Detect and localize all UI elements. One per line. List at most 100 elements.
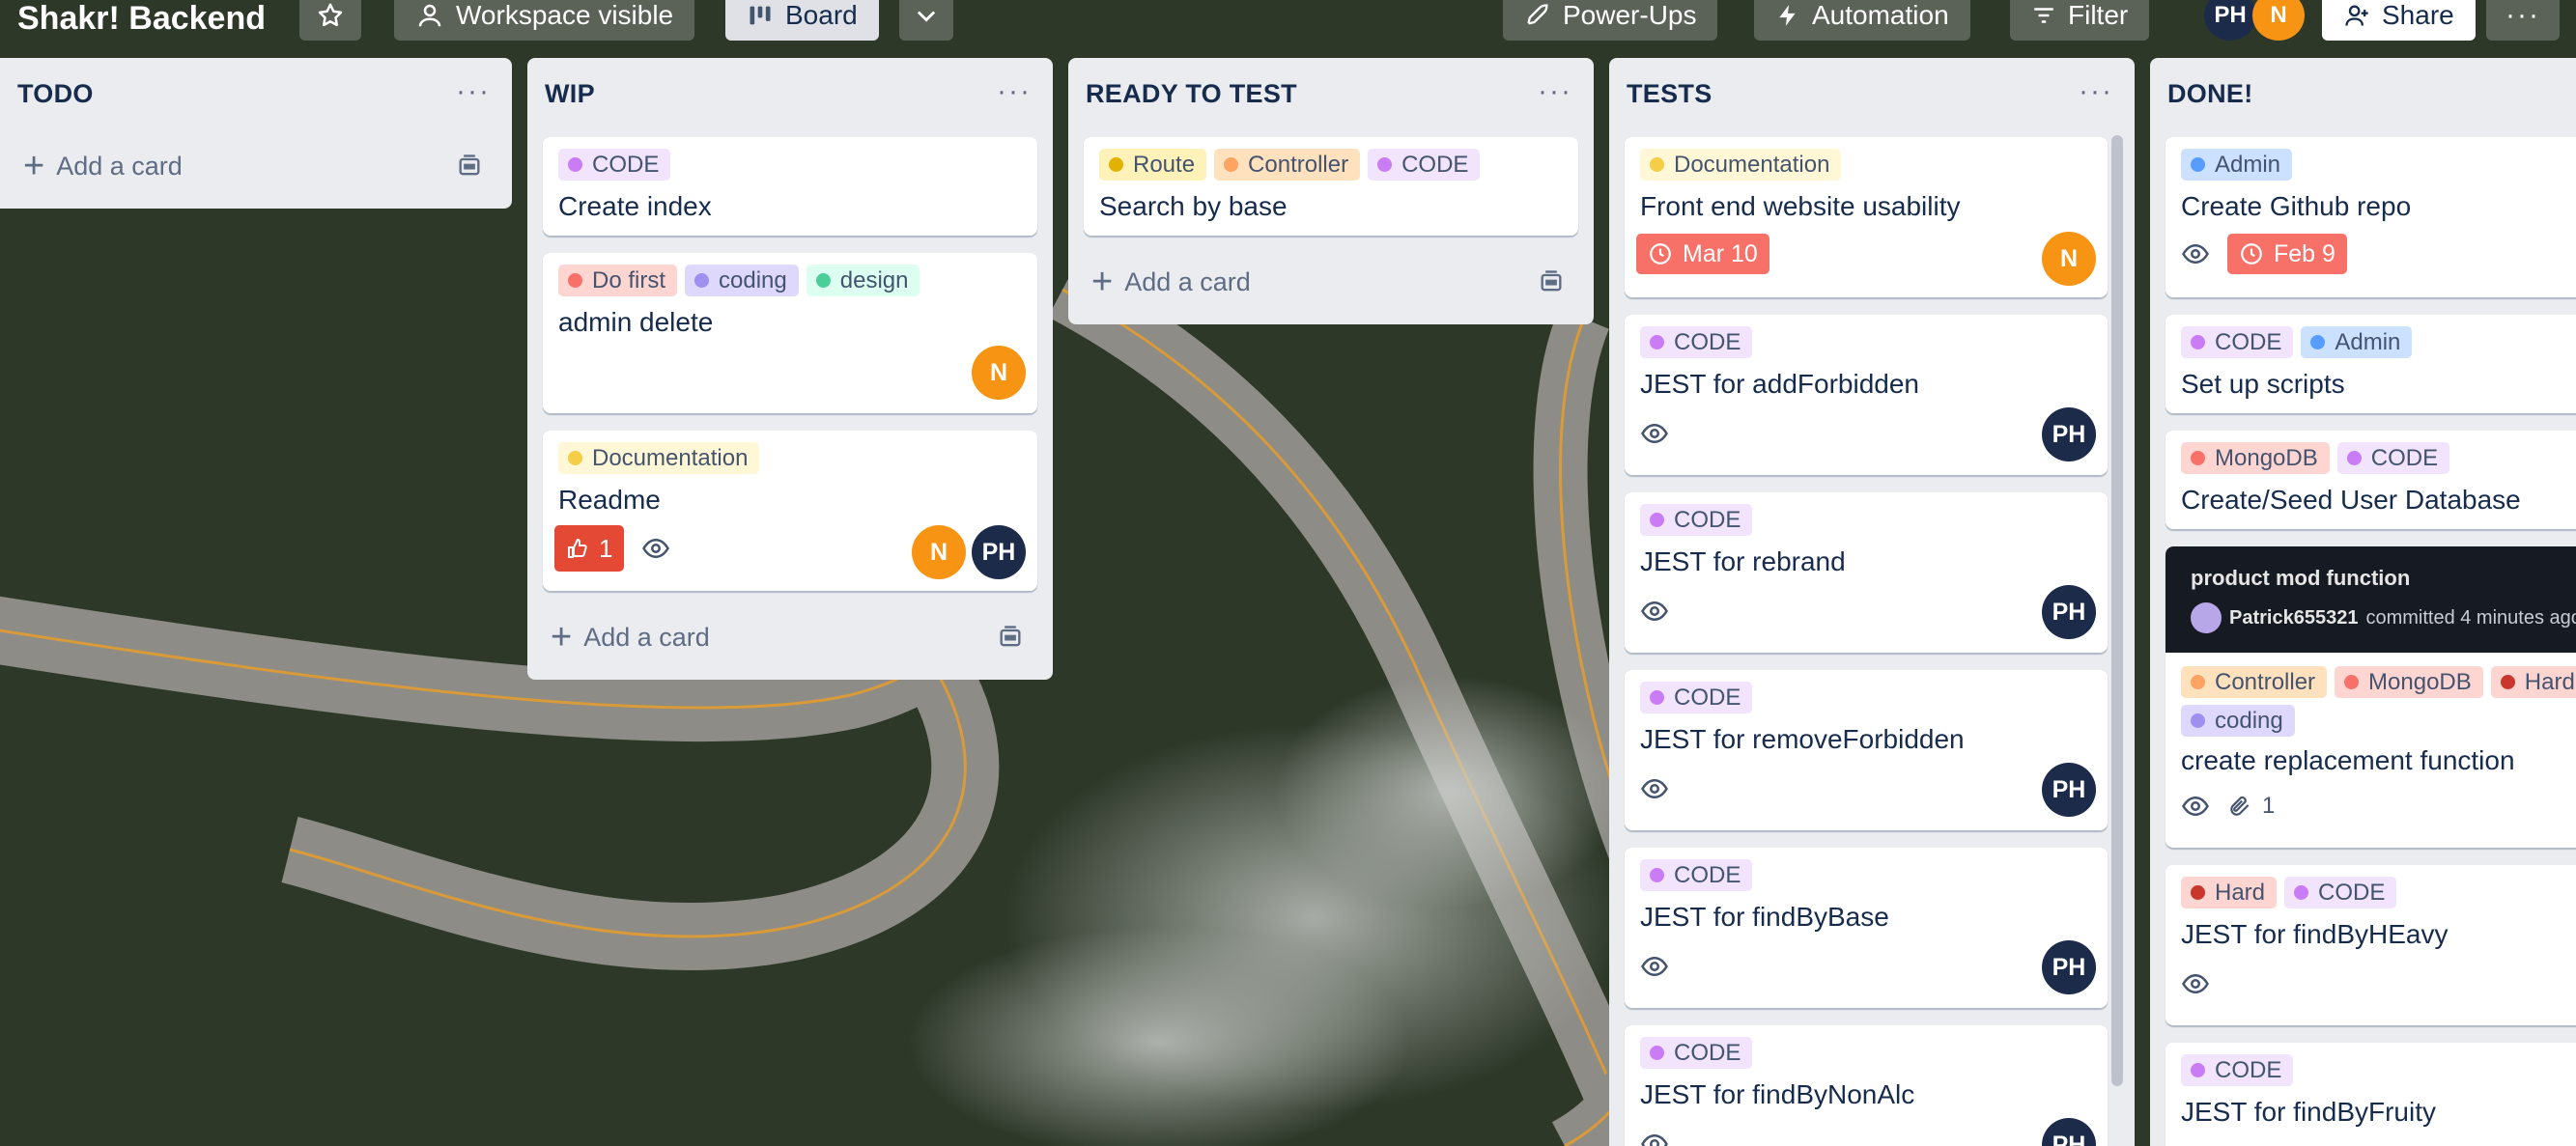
clock-icon <box>2241 243 2262 265</box>
member-avatar-ph[interactable]: PH <box>972 525 1026 579</box>
member-avatar-ph[interactable]: PH <box>2042 940 2096 994</box>
eye-icon <box>1641 956 1668 977</box>
add-card-button[interactable]: + Add a card <box>1080 255 1582 309</box>
list-header: WIP ··· <box>527 58 1053 135</box>
card[interactable]: Do first coding design admin delete N <box>543 253 1037 413</box>
card[interactable]: CODE Create index <box>543 137 1037 236</box>
commit-meta: Patrick655321 committed 4 minutes ago <box>2191 602 2576 633</box>
list-todo: TODO ··· + Add a card <box>0 58 512 209</box>
label-code: CODE <box>1640 326 1753 358</box>
card[interactable]: Route Controller CODE Search by base <box>1084 137 1578 236</box>
card[interactable]: product mod function Patrick655321 commi… <box>2166 546 2576 848</box>
template-icon[interactable] <box>997 624 1024 651</box>
card-title: JEST for addForbidden <box>1640 369 1919 399</box>
due-date-badge[interactable]: Mar 10 <box>1636 234 1769 274</box>
eye-icon <box>2182 796 2209 817</box>
member-avatar-n[interactable]: N <box>2252 0 2305 41</box>
list-title[interactable]: WIP <box>545 79 595 109</box>
template-icon[interactable] <box>1538 268 1565 295</box>
plus-icon: + <box>1091 262 1114 302</box>
card-labels: Admin <box>2181 149 2293 181</box>
commit-cover[interactable]: product mod function Patrick655321 commi… <box>2166 546 2576 653</box>
member-avatar-n[interactable]: N <box>2042 232 2096 286</box>
ellipsis-icon: ··· <box>2079 75 2113 107</box>
automation-button[interactable]: Automation <box>1754 0 1970 41</box>
board-view-button[interactable]: Board <box>725 0 879 41</box>
share-button[interactable]: Share <box>2322 0 2476 41</box>
due-date: Feb 9 <box>2274 239 2335 267</box>
card-labels: MongoDB CODE <box>2181 442 2450 474</box>
card[interactable]: Hard CODE JEST for findByHEavy <box>2166 865 2576 1025</box>
card[interactable]: CODE JEST for addForbidden PH <box>1625 315 2108 475</box>
card[interactable]: Admin Create Github repo Feb 9 <box>2166 137 2576 297</box>
rocket-icon <box>1527 4 1548 25</box>
attachments-badge: 1 <box>2227 793 2275 820</box>
label-documentation: Documentation <box>558 442 760 474</box>
view-switcher-button[interactable] <box>899 0 953 41</box>
card-badges: Mar 10 <box>1636 234 1769 274</box>
member-avatar-ph[interactable]: PH <box>2204 0 2256 41</box>
card[interactable]: CODE Admin Set up scripts <box>2166 315 2576 413</box>
label-code: CODE <box>1640 1037 1753 1069</box>
board-icon <box>750 6 771 25</box>
label-code: CODE <box>1368 149 1481 181</box>
filter-button[interactable]: Filter <box>2010 0 2150 41</box>
label-code: CODE <box>2336 442 2450 474</box>
star-icon <box>318 3 343 27</box>
star-button[interactable] <box>299 0 361 41</box>
powerups-button[interactable]: Power-Ups <box>1503 0 1718 41</box>
board-menu-button[interactable]: ··· <box>2486 0 2560 41</box>
card[interactable]: CODE JEST for findByBase PH <box>1625 848 2108 1008</box>
eye-icon <box>1641 1133 1668 1146</box>
card-title: Create Github repo <box>2181 191 2412 221</box>
card[interactable]: Documentation Front end website usabilit… <box>1625 137 2108 297</box>
card-labels: coding <box>2181 705 2295 737</box>
ellipsis-icon: ··· <box>456 75 491 107</box>
list-menu-button[interactable]: ··· <box>1538 77 1572 106</box>
list-menu-button[interactable]: ··· <box>456 77 491 106</box>
card-title: Set up scripts <box>2181 369 2345 399</box>
card-title: Create index <box>558 191 712 221</box>
card[interactable]: MongoDB CODE Create/Seed User Database <box>2166 431 2576 529</box>
member-avatar-ph[interactable]: PH <box>2042 1118 2096 1146</box>
board-title[interactable]: Shakr! Backend <box>17 0 266 38</box>
card[interactable]: CODE JEST for removeForbidden PH <box>1625 670 2108 830</box>
add-card-button[interactable]: + Add a card <box>539 610 1041 664</box>
label-hard: Hard <box>2490 666 2576 698</box>
card-title: JEST for findByFruity <box>2181 1097 2437 1127</box>
card[interactable]: CODE JEST for findByNonAlc PH <box>1625 1025 2108 1146</box>
member-avatar-ph[interactable]: PH <box>2042 585 2096 639</box>
member-avatar-n[interactable]: N <box>972 346 1026 400</box>
label-code: CODE <box>1640 682 1753 713</box>
template-icon[interactable] <box>456 153 483 180</box>
card-labels: Route Controller CODE <box>1099 149 1481 181</box>
list-menu-button[interactable]: ··· <box>997 77 1032 106</box>
card[interactable]: CODE JEST for rebrand PH <box>1625 492 2108 653</box>
list-done: DONE! Admin Create Github repo Feb 9 COD… <box>2150 58 2576 1146</box>
card-title: JEST for removeForbidden <box>1640 724 1965 754</box>
add-card-button[interactable]: + Add a card <box>12 139 500 193</box>
due-date-badge[interactable]: Feb 9 <box>2227 234 2347 274</box>
list-header: READY TO TEST ··· <box>1068 58 1594 135</box>
label-admin: Admin <box>2181 149 2293 181</box>
list-scrollbar[interactable] <box>2111 135 2123 1086</box>
label-documentation: Documentation <box>1640 149 1842 181</box>
list-title[interactable]: TESTS <box>1627 79 1713 109</box>
card[interactable]: CODE JEST for findByFruity <box>2166 1043 2576 1146</box>
member-avatar-n[interactable]: N <box>912 525 966 579</box>
list-title[interactable]: DONE! <box>2167 79 2253 109</box>
list-title[interactable]: READY TO TEST <box>1086 79 1297 109</box>
powerups-label: Power-Ups <box>1563 0 1697 30</box>
member-avatar-ph[interactable]: PH <box>2042 407 2096 461</box>
visibility-button[interactable]: Workspace visible <box>394 0 695 41</box>
list-menu-button[interactable]: ··· <box>2079 77 2113 106</box>
card-labels: Documentation <box>1640 149 1842 181</box>
member-avatar-ph[interactable]: PH <box>2042 763 2096 817</box>
card-title: Front end website usability <box>1640 191 1961 221</box>
list-title[interactable]: TODO <box>17 79 94 109</box>
eye-icon <box>2182 973 2209 994</box>
card[interactable]: Documentation Readme 1 N PH <box>543 431 1037 591</box>
card-labels: Hard CODE <box>2181 877 2397 908</box>
label-hard: Hard <box>2181 877 2278 908</box>
vote-badge[interactable]: 1 <box>554 525 625 572</box>
